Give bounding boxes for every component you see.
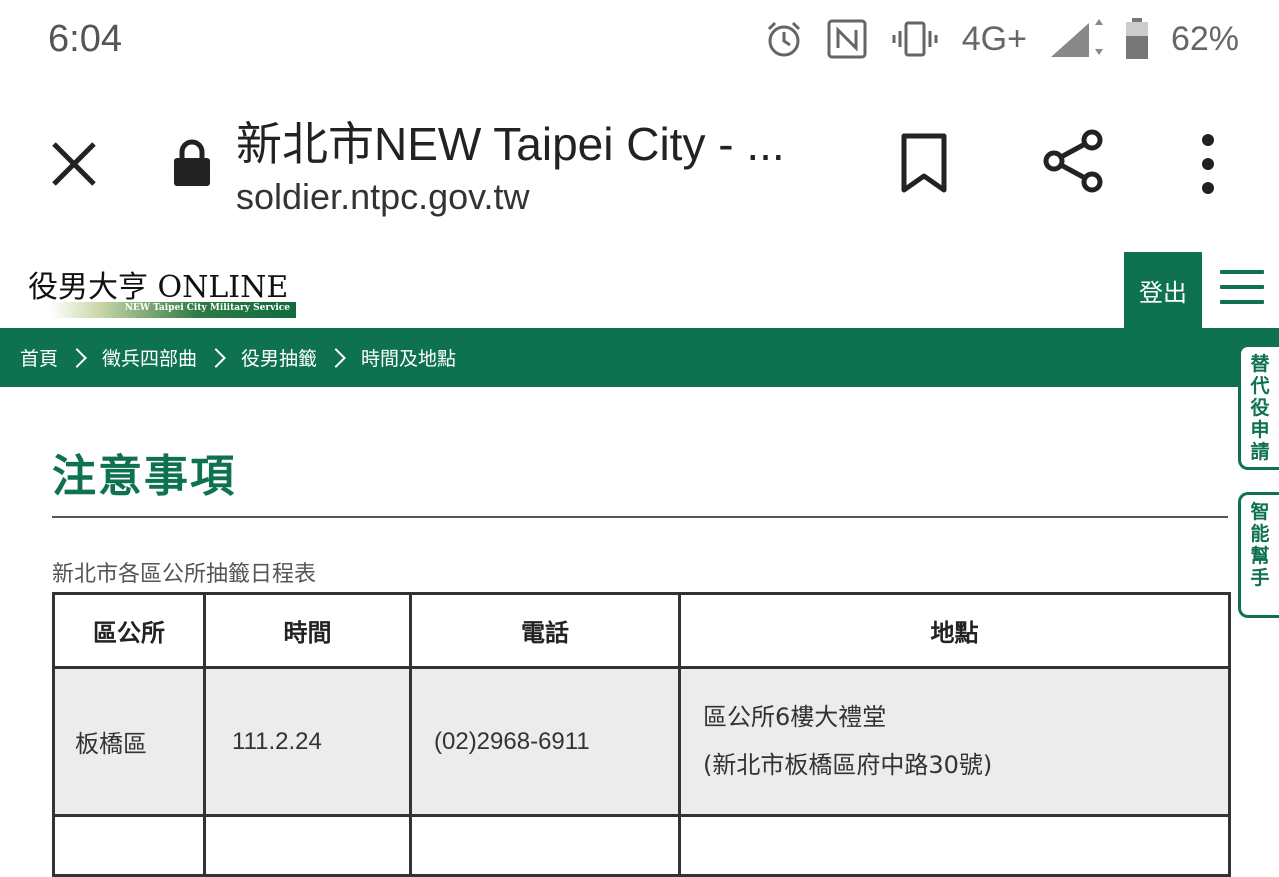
share-icon[interactable] — [1040, 128, 1106, 194]
lock-icon[interactable] — [170, 138, 214, 188]
breadcrumb-time-location[interactable]: 時間及地點 — [361, 344, 456, 371]
breadcrumb-conscription[interactable]: 徵兵四部曲 — [102, 344, 197, 371]
logo-subtitle: NEW Taipei City Military Service — [124, 303, 290, 313]
lottery-schedule-table: 區公所 時間 電話 地點 板橋區 111.2.24 (02)2968-6911 … — [52, 592, 1231, 877]
side-tab-smart-assistant[interactable]: 智 能 幫 手 — [1238, 492, 1279, 618]
page-title: 注意事項 — [52, 451, 236, 502]
side-tab-char: 幫 — [1250, 545, 1270, 567]
logo-banner: NEW Taipei City Military Service — [50, 302, 296, 318]
header-time: 時間 — [203, 592, 412, 669]
side-tab-char: 能 — [1250, 523, 1270, 545]
battery-level: 62% — [1170, 19, 1239, 58]
cell-time: 111.2.24 — [203, 666, 412, 817]
table-caption: 新北市各區公所抽籤日程表 — [52, 562, 317, 587]
breadcrumb: 首頁 徵兵四部曲 役男抽籤 時間及地點 — [0, 328, 1279, 387]
nfc-icon — [827, 19, 867, 59]
hamburger-menu-icon[interactable] — [1220, 270, 1264, 308]
battery-icon — [1125, 18, 1148, 59]
chevron-right-icon — [206, 347, 226, 368]
header-phone: 電話 — [409, 592, 681, 669]
browser-toolbar: 新北市NEW Taipei City - ... soldier.ntpc.go… — [0, 80, 1279, 330]
cell-empty — [203, 814, 412, 877]
cell-district: 板橋區 — [52, 666, 206, 817]
signal-icon — [1050, 19, 1103, 57]
side-tab-char: 智 — [1250, 501, 1270, 523]
more-options-icon[interactable] — [1186, 132, 1230, 196]
network-type: 4G+ — [961, 19, 1027, 58]
location-address: (新北市板橋區府中路30號) — [703, 751, 993, 779]
side-tab-char: 役 — [1250, 397, 1270, 419]
bookmark-icon[interactable] — [896, 132, 952, 194]
cell-empty — [409, 814, 681, 877]
logout-button[interactable]: 登出 — [1124, 252, 1202, 328]
cell-empty — [678, 814, 1231, 877]
header-location: 地點 — [678, 592, 1231, 669]
cell-empty — [52, 814, 206, 877]
site-logo[interactable]: 役男大亨 ONLINE NEW Taipei City Military Ser… — [28, 262, 296, 318]
side-tab-char: 代 — [1250, 375, 1270, 397]
side-tab-char: 請 — [1250, 441, 1270, 463]
cell-location: 區公所6樓大禮堂 (新北市板橋區府中路30號) — [678, 666, 1231, 817]
close-icon[interactable] — [46, 136, 102, 192]
side-tab-char: 替 — [1250, 353, 1270, 375]
table-header-row: 區公所 時間 電話 地點 — [52, 592, 1231, 669]
cell-phone[interactable]: (02)2968-6911 — [409, 666, 681, 817]
header-district: 區公所 — [52, 592, 206, 669]
side-tab-char: 申 — [1250, 419, 1270, 441]
status-icons: 4G+ 62% — [764, 14, 1239, 64]
breadcrumb-lottery[interactable]: 役男抽籤 — [241, 344, 317, 371]
title-divider — [52, 516, 1228, 518]
side-tab-char: 手 — [1250, 567, 1270, 589]
table-row: 板橋區 111.2.24 (02)2968-6911 區公所6樓大禮堂 (新北市… — [52, 666, 1231, 817]
breadcrumb-home[interactable]: 首頁 — [20, 344, 58, 371]
vibrate-icon — [892, 21, 938, 57]
logo-title: 役男大亨 ONLINE — [28, 270, 289, 305]
page-url[interactable]: soldier.ntpc.gov.tw — [236, 176, 529, 218]
table-row — [52, 814, 1231, 877]
site-header: 役男大亨 ONLINE NEW Taipei City Military Ser… — [0, 250, 1279, 328]
status-bar: 6:04 4G+ 62% — [0, 0, 1279, 80]
alarm-icon — [767, 21, 800, 57]
chevron-right-icon — [67, 347, 87, 368]
page-title-bar[interactable]: 新北市NEW Taipei City - ... — [236, 108, 826, 174]
side-tab-substitute-service[interactable]: 替 代 役 申 請 — [1238, 344, 1279, 470]
status-time: 6:04 — [48, 18, 122, 60]
chevron-right-icon — [326, 347, 346, 368]
location-venue: 區公所6樓大禮堂 — [703, 703, 887, 731]
